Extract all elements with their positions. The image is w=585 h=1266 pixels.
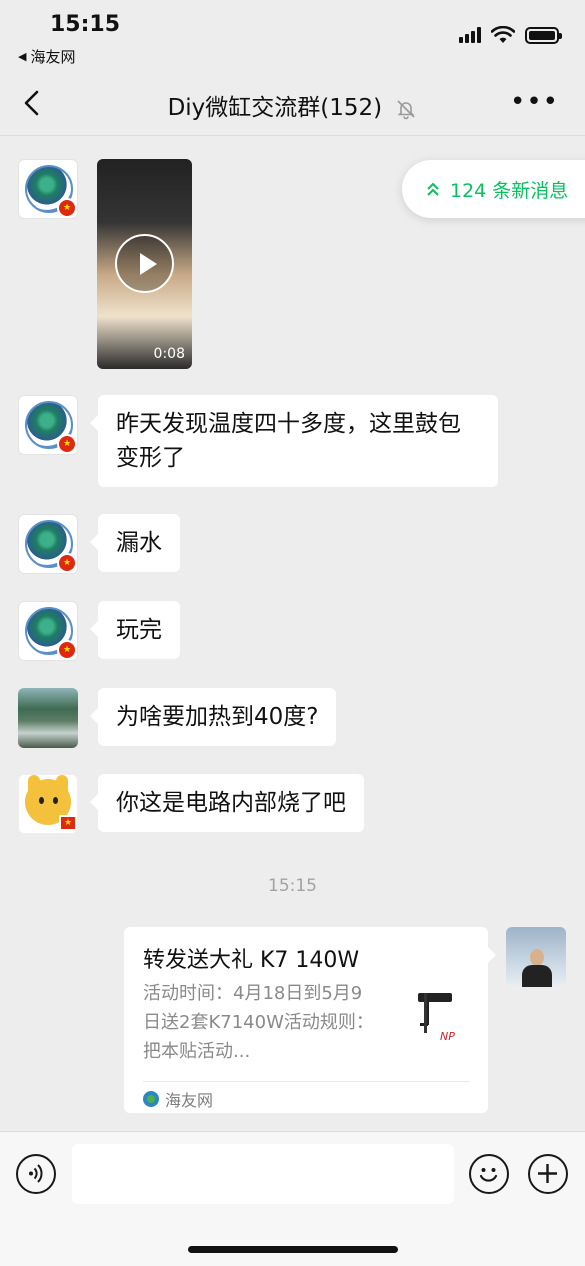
wifi-icon <box>491 26 515 43</box>
message-bubble[interactable]: 你这是电路内部烧了吧 <box>90 774 364 832</box>
message-bubble[interactable]: 为啥要加热到40度? <box>89 688 337 746</box>
avatar[interactable]: ★ <box>18 395 78 455</box>
avatar[interactable]: ★ <box>18 159 78 219</box>
double-chevron-up-icon <box>427 182 439 196</box>
share-card[interactable]: 转发送大礼 K7 140W 活动时间：4月18日到5月9日送2套K7140W活动… <box>124 927 496 1113</box>
plus-icon <box>538 1164 557 1183</box>
battery-icon <box>525 26 562 44</box>
play-icon[interactable] <box>115 234 174 293</box>
voice-icon <box>29 1164 43 1183</box>
china-flag-icon: ★ <box>57 640 77 660</box>
source-logo-icon <box>143 1091 159 1107</box>
message-bubble[interactable]: 昨天发现温度四十多度，这里鼓包变形了 <box>90 395 498 487</box>
card-description: 活动时间：4月18日到5月9日送2套K7140W活动规则：把本贴活动... <box>143 983 374 1062</box>
avatar[interactable]: ★ <box>18 601 78 661</box>
chat-title: Diy微缸交流群(152) <box>0 88 585 122</box>
message-bubble[interactable]: 玩完 <box>90 601 180 659</box>
message-bubble[interactable]: 漏水 <box>90 514 180 572</box>
message-input[interactable] <box>72 1144 454 1204</box>
chat-title-text: Diy微缸交流群(152) <box>167 95 383 121</box>
china-flag-icon: ★ <box>57 434 77 454</box>
time-divider: 15:15 <box>268 876 317 896</box>
status-time: 15:15 <box>50 12 121 37</box>
avatar[interactable]: ★ <box>18 774 78 834</box>
emoji-icon <box>479 1168 498 1182</box>
status-bar: 15:15 ◀ 海友网 <box>0 0 585 72</box>
more-functions-button[interactable] <box>528 1154 568 1194</box>
avatar[interactable] <box>18 688 78 748</box>
svg-text:NP: NP <box>440 1030 455 1043</box>
voice-input-button[interactable] <box>16 1154 56 1194</box>
my-avatar[interactable] <box>506 927 566 987</box>
video-duration: 0:08 <box>153 346 185 362</box>
back-triangle-icon: ◀ <box>18 50 27 63</box>
more-options-button[interactable]: ••• <box>510 89 559 115</box>
card-source: 海友网 <box>143 1087 213 1111</box>
card-source-label: 海友网 <box>165 1091 214 1110</box>
china-flag-icon: ★ <box>57 553 77 573</box>
new-messages-pill[interactable]: 124 条新消息 <box>402 160 585 218</box>
china-flag-icon: ★ <box>57 198 77 218</box>
china-flag-icon: ★ <box>59 815 77 831</box>
emoji-button[interactable] <box>469 1154 509 1194</box>
card-title: 转发送大礼 K7 140W <box>143 948 360 973</box>
product-lamp-thumbnail: NP <box>396 987 470 1061</box>
chat-header: Diy微缸交流群(152) ••• <box>0 72 585 136</box>
input-bar <box>0 1131 585 1266</box>
video-message[interactable]: 0:08 <box>97 159 192 369</box>
avatar[interactable]: ★ <box>18 514 78 574</box>
home-indicator <box>188 1246 398 1253</box>
back-app-label: 海友网 <box>30 48 76 66</box>
back-to-app-link[interactable]: ◀ 海友网 <box>18 46 75 67</box>
cellular-signal-icon <box>459 27 481 43</box>
status-icons <box>459 26 562 44</box>
new-messages-label: 124 条新消息 <box>450 179 569 202</box>
mute-bell-icon <box>397 99 416 119</box>
